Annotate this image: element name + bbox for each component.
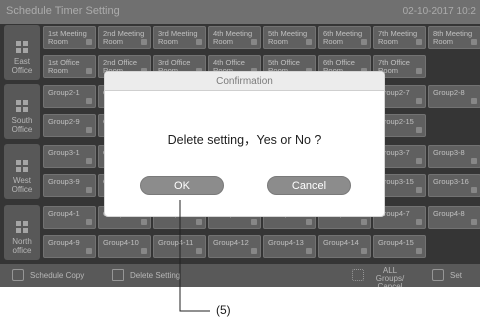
callout-label: (5) — [216, 303, 231, 317]
callout-leader-line — [179, 200, 210, 312]
